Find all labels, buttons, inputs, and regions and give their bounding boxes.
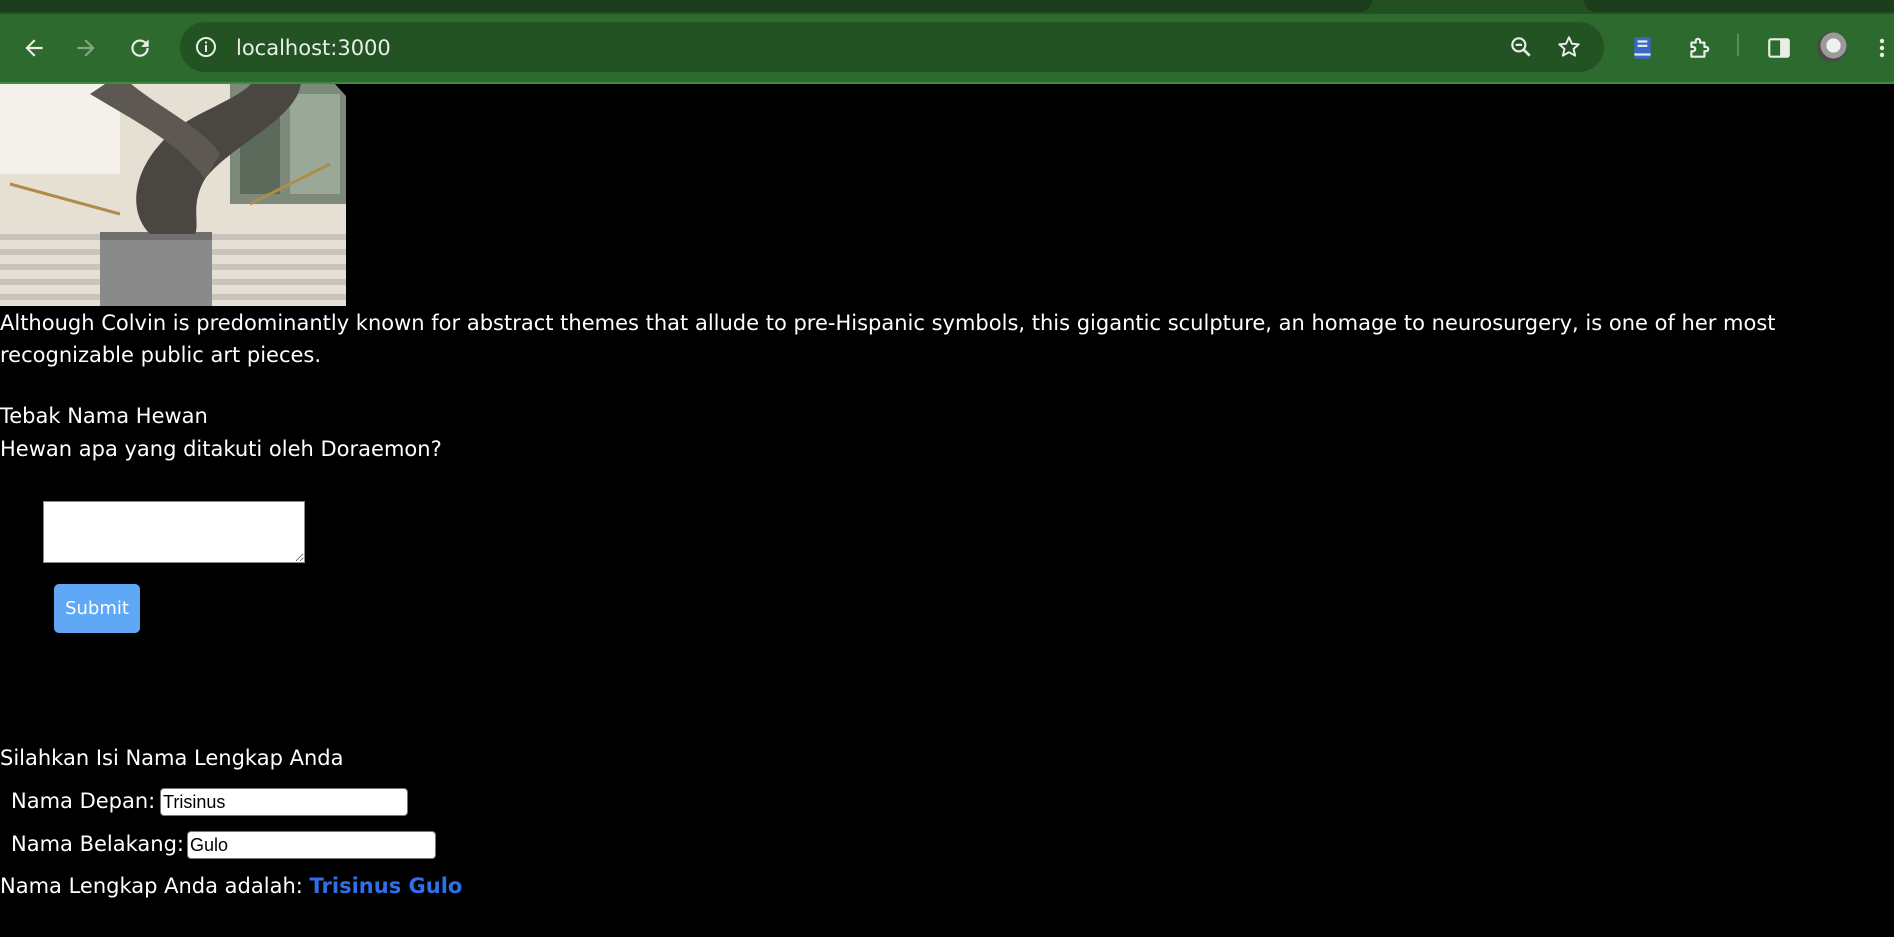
book-extension-icon bbox=[1634, 37, 1651, 59]
profile-avatar[interactable] bbox=[1817, 32, 1847, 62]
extensions-button[interactable] bbox=[1683, 32, 1715, 64]
tab-strip bbox=[0, 0, 1894, 14]
side-panel-button[interactable] bbox=[1763, 32, 1795, 64]
last-name-input[interactable] bbox=[187, 831, 436, 859]
bookmark-star-icon[interactable] bbox=[1556, 34, 1582, 60]
zoom-icon[interactable] bbox=[1508, 34, 1534, 60]
sculpture-image bbox=[0, 84, 346, 306]
url-text[interactable]: localhost:3000 bbox=[236, 36, 391, 60]
back-button[interactable] bbox=[18, 32, 50, 64]
first-name-input[interactable] bbox=[160, 788, 408, 816]
site-info-icon[interactable] bbox=[194, 35, 218, 59]
sculpture-photo-illustration bbox=[0, 84, 346, 306]
answer-textarea[interactable] bbox=[43, 501, 305, 563]
image-caption: Although Colvin is predominantly known f… bbox=[0, 311, 1776, 367]
browser-toolbar: localhost:3000 bbox=[0, 14, 1894, 84]
full-name-prefix: Nama Lengkap Anda adalah: bbox=[0, 874, 303, 898]
submit-button[interactable]: Submit bbox=[54, 584, 140, 633]
reload-button[interactable] bbox=[124, 32, 156, 64]
quiz-title: Tebak Nama Hewan bbox=[0, 404, 208, 428]
full-name-value: Trisinus Gulo bbox=[309, 874, 463, 898]
puzzle-piece-icon bbox=[1690, 37, 1710, 58]
address-bar[interactable]: localhost:3000 bbox=[180, 22, 1604, 72]
arrow-left-icon bbox=[25, 39, 43, 57]
extension-reader-button[interactable] bbox=[1627, 32, 1659, 64]
side-panel-icon bbox=[1768, 38, 1790, 58]
forward-button[interactable] bbox=[70, 32, 102, 64]
full-name-output: Nama Lengkap Anda adalah: Trisinus Gulo bbox=[0, 874, 462, 898]
last-name-label: Nama Belakang: bbox=[11, 832, 184, 856]
browser-menu-button[interactable] bbox=[1870, 32, 1894, 64]
tab-strip-right bbox=[1584, 0, 1894, 12]
quiz-question: Hewan apa yang ditakuti oleh Doraemon? bbox=[0, 437, 442, 461]
toolbar-separator bbox=[1737, 34, 1739, 56]
first-name-label: Nama Depan: bbox=[11, 789, 156, 813]
more-vertical-icon bbox=[1879, 38, 1885, 58]
reload-icon bbox=[131, 39, 149, 57]
active-tab[interactable] bbox=[0, 0, 1372, 12]
arrow-right-icon bbox=[77, 39, 95, 57]
name-form-title: Silahkan Isi Nama Lengkap Anda bbox=[0, 746, 344, 770]
